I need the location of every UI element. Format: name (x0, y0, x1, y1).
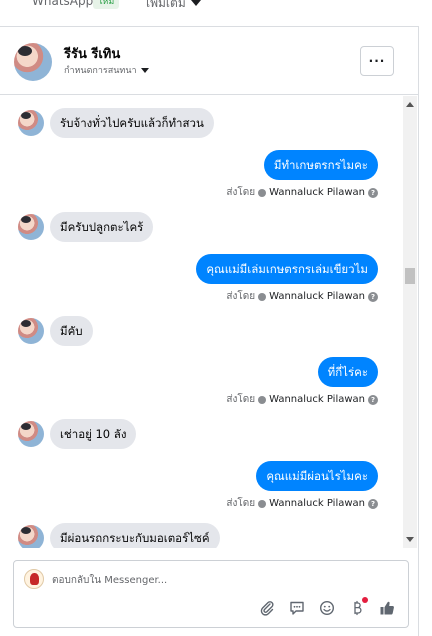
message-row-outgoing: คุณแม่มีผ่อนไรไมคะ ส่งโดย Wannaluck Pila… (0, 461, 402, 511)
attachment-icon[interactable] (258, 599, 276, 617)
sent-by-line: ส่งโดย Wannaluck Pilawan ? (226, 185, 378, 200)
assign-conversation-label: กำหนดการสนทนา (64, 66, 137, 76)
sent-by-line: ส่งโดย Wannaluck Pilawan ? (226, 496, 378, 511)
message-row-incoming: รับจ้างทั่วไปครับแล้วก็ทำสวน (0, 106, 402, 140)
conversation-header: รีรัน รีเทิน กำหนดการสนทนา ··· (0, 27, 418, 95)
sender-name: Wannaluck Pilawan (269, 187, 365, 198)
outgoing-message[interactable]: ที่กี่ไร่คะ (317, 357, 378, 387)
like-icon[interactable] (378, 599, 396, 617)
message-row-outgoing: ที่กี่ไร่คะ ส่งโดย Wannaluck Pilawan ? (0, 357, 402, 407)
page-avatar (24, 569, 44, 589)
tab-whatsapp[interactable]: WhatsApp (32, 0, 93, 8)
sent-by-prefix: ส่งโดย (226, 291, 256, 302)
incoming-message[interactable]: รับจ้างทั่วไปครับแล้วก็ทำสวน (50, 108, 214, 138)
sent-by-prefix: ส่งโดย (226, 187, 256, 198)
message-row-outgoing: คุณแม่มีเล่มเกษตรกรเล่มเขียวไม ส่งโดย Wa… (0, 254, 402, 304)
globe-icon (258, 188, 267, 197)
more-options-button[interactable]: ··· (360, 46, 394, 76)
payment-icon[interactable] (348, 597, 368, 617)
saved-reply-icon[interactable] (288, 599, 306, 617)
composer-toolbar (258, 597, 396, 617)
assign-conversation-dropdown[interactable]: กำหนดการสนทนา (64, 63, 149, 77)
emoji-icon[interactable] (318, 599, 336, 617)
tab-more[interactable]: เพิ่มเติม (146, 0, 186, 13)
notification-dot (362, 597, 368, 603)
sent-by-prefix: ส่งโดย (226, 498, 256, 509)
new-badge: ใหม่ (93, 0, 120, 9)
sender-avatar[interactable] (18, 318, 44, 344)
message-row-incoming: มีครับปลูกตะไคร้ (0, 210, 402, 244)
message-row-incoming: เช่าอยู่ 10 ลัง (0, 417, 402, 451)
sent-by-line: ส่งโดย Wannaluck Pilawan ? (226, 289, 378, 304)
sender-avatar[interactable] (18, 110, 44, 136)
help-icon[interactable]: ? (368, 498, 378, 509)
incoming-message[interactable]: มีผ่อนรถกระบะกับมอเตอร์ไซค์ (50, 523, 220, 548)
incoming-message[interactable]: เช่าอยู่ 10 ลัง (50, 419, 137, 449)
message-list: รับจ้างทั่วไปครับแล้วก็ทำสวน มีทำเกษตรกร… (0, 96, 402, 548)
sender-name: Wannaluck Pilawan (269, 498, 365, 509)
sent-by-prefix: ส่งโดย (226, 394, 256, 405)
top-tab-strip: WhatsApp ใหม่ เพิ่มเติม (0, 0, 419, 14)
sender-avatar[interactable] (18, 421, 44, 447)
incoming-message[interactable]: มีครับปลูกตะไคร้ (50, 212, 154, 242)
globe-icon (258, 395, 267, 404)
help-icon[interactable]: ? (368, 394, 378, 405)
contact-name[interactable]: รีรัน รีเทิน (64, 43, 120, 64)
message-row-outgoing: มีทำเกษตรกรไมคะ ส่งโดย Wannaluck Pilawan… (0, 150, 402, 200)
help-icon[interactable]: ? (368, 187, 378, 198)
scroll-up-arrow-icon[interactable] (406, 102, 414, 107)
chevron-down-icon[interactable] (191, 0, 201, 6)
reply-input[interactable] (52, 572, 352, 588)
sent-by-line: ส่งโดย Wannaluck Pilawan ? (226, 392, 378, 407)
sender-name: Wannaluck Pilawan (269, 394, 365, 405)
globe-icon (258, 292, 267, 301)
help-icon[interactable]: ? (368, 291, 378, 302)
chat-scrollbar[interactable] (403, 96, 417, 548)
outgoing-message[interactable]: มีทำเกษตรกรไมคะ (263, 150, 378, 180)
reply-composer (13, 560, 409, 628)
message-row-incoming: มีคับ (0, 314, 402, 348)
scroll-thumb[interactable] (405, 268, 415, 284)
sender-name: Wannaluck Pilawan (269, 291, 365, 302)
incoming-message[interactable]: มีคับ (50, 316, 93, 346)
sender-avatar[interactable] (18, 525, 44, 548)
chevron-down-icon (140, 67, 149, 73)
contact-avatar[interactable] (14, 43, 52, 81)
globe-icon (258, 499, 267, 508)
outgoing-message[interactable]: คุณแม่มีเล่มเกษตรกรเล่มเขียวไม (196, 254, 378, 284)
outgoing-message[interactable]: คุณแม่มีผ่อนไรไมคะ (256, 461, 378, 491)
message-row-incoming: มีผ่อนรถกระบะกับมอเตอร์ไซค์ (0, 521, 402, 548)
sender-avatar[interactable] (18, 214, 44, 240)
scroll-down-arrow-icon[interactable] (406, 537, 414, 542)
